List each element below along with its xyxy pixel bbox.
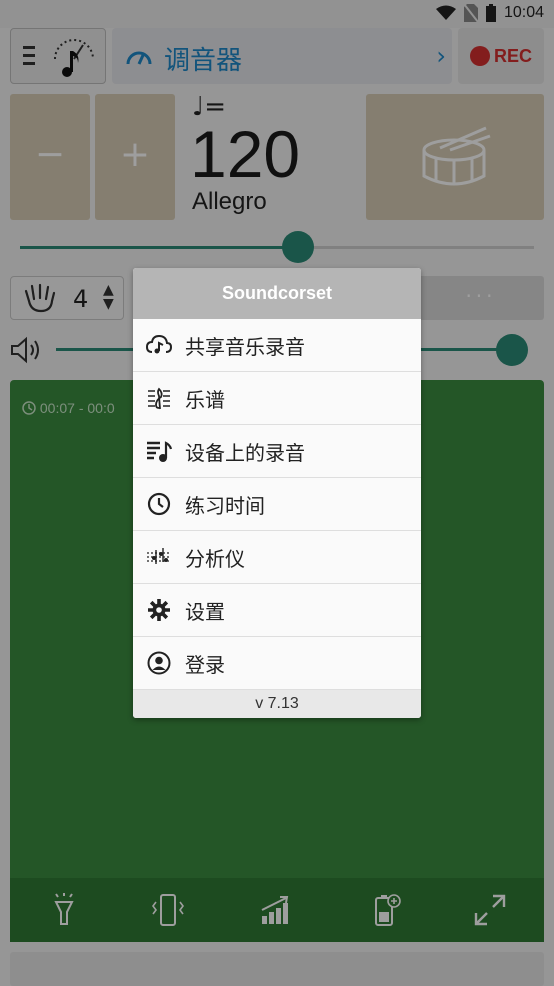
- gear-icon: [148, 599, 170, 621]
- menu-item-sheet-music[interactable]: 乐谱: [133, 372, 421, 425]
- menu-item-label: 登录: [185, 652, 225, 677]
- menu-item-settings[interactable]: 设置: [133, 584, 421, 637]
- menu-item-label: 练习时间: [185, 493, 265, 518]
- app-menu-popup: Soundcorset 共享音乐录音 乐谱 设备上的录音 练习时间 分析仪 设置…: [133, 268, 421, 718]
- menu-item-label: 设备上的录音: [185, 440, 305, 465]
- menu-item-practice-time[interactable]: 练习时间: [133, 478, 421, 531]
- menu-title: Soundcorset: [133, 268, 421, 319]
- menu-item-label: 共享音乐录音: [185, 334, 305, 359]
- menu-item-login[interactable]: 登录: [133, 637, 421, 690]
- app-version: v 7.13: [133, 690, 421, 718]
- recordings-list-icon: [147, 441, 172, 462]
- menu-item-analyzer[interactable]: 分析仪: [133, 531, 421, 584]
- menu-item-label: 乐谱: [185, 387, 225, 412]
- analyzer-icon: [147, 548, 171, 564]
- menu-item-label: 设置: [185, 599, 225, 624]
- menu-item-device-recordings[interactable]: 设备上的录音: [133, 425, 421, 478]
- menu-item-label: 分析仪: [185, 546, 245, 571]
- menu-item-share-recordings[interactable]: 共享音乐录音: [133, 319, 421, 372]
- clock-icon: [147, 492, 171, 516]
- account-icon: [147, 651, 171, 675]
- cloud-music-icon: [146, 334, 172, 354]
- sheet-music-icon: [148, 387, 170, 410]
